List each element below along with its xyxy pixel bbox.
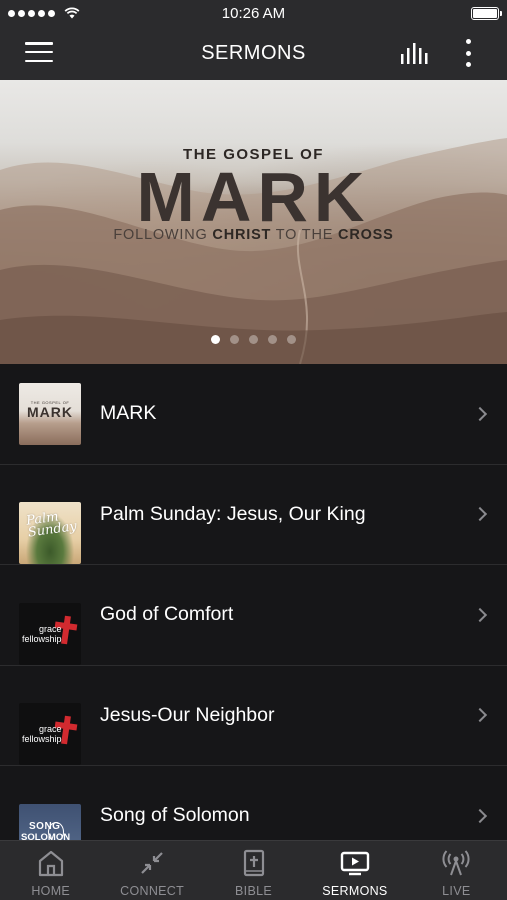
tab-label: LIVE [442,884,471,898]
tab-label: HOME [31,884,71,898]
page-title: SERMONS [201,41,306,64]
grace-fellowship-logo: grace fellowship [19,703,81,766]
palm-sunday-thumbnail: Palm Sunday [19,502,81,565]
sermon-row-palm-sunday[interactable]: Palm Sunday Palm Sunday: Jesus, Our King [0,464,507,565]
mark-series-thumbnail: THE GOSPEL OF MARK [19,383,81,445]
sermon-list: THE GOSPEL OF MARK MARK Palm Sunday Palm… [0,364,507,867]
sermon-title: God of Comfort [100,603,234,626]
hamburger-menu-icon[interactable] [25,42,53,62]
page-dot[interactable] [249,335,258,344]
play-screen-icon [340,851,370,876]
banner-title-block: THE GOSPEL OF MARK FOLLOWING CHRIST TO T… [0,146,507,243]
sermon-row-mark[interactable]: THE GOSPEL OF MARK MARK [0,364,507,465]
tab-connect[interactable]: CONNECT [101,841,202,900]
page-dot[interactable] [287,335,296,344]
chevron-right-icon [472,507,488,522]
page-dot[interactable] [268,335,277,344]
broadcast-icon [442,850,470,876]
tab-label: BIBLE [235,884,272,898]
bible-icon [243,849,264,877]
sermon-title: MARK [100,402,157,425]
navigation-bar: SERMONS [0,26,507,80]
status-bar: 10:26 AM [0,0,507,26]
chevron-right-icon [472,607,488,622]
carousel-page-indicator[interactable] [0,335,507,344]
banner-tagline: FOLLOWING CHRIST TO THE CROSS [113,227,394,243]
tab-sermons[interactable]: SERMONS [304,841,405,900]
battery-icon [471,6,502,20]
featured-series-banner[interactable]: THE GOSPEL OF MARK FOLLOWING CHRIST TO T… [0,80,507,364]
tab-home[interactable]: HOME [0,841,101,900]
tab-live[interactable]: LIVE [406,841,507,900]
status-time: 10:26 AM [221,4,286,22]
connect-icon [141,852,163,874]
page-dot[interactable] [230,335,239,344]
sermon-title: Palm Sunday: Jesus, Our King [100,502,366,525]
sermon-title: Jesus-Our Neighbor [100,703,275,726]
chevron-right-icon [472,406,488,421]
sermon-row-god-of-comfort[interactable]: grace fellowship God of Comfort [0,565,507,666]
home-icon [38,850,63,877]
chevron-right-icon [472,708,488,723]
banner-title: MARK [136,158,371,236]
grace-fellowship-logo: grace fellowship [19,602,81,665]
chevron-right-icon [472,808,488,823]
more-options-icon[interactable] [462,39,474,67]
tab-label: SERMONS [322,884,388,898]
sermon-row-jesus-our-neighbor[interactable]: grace fellowship Jesus-Our Neighbor [0,665,507,766]
tab-label: CONNECT [120,884,185,898]
audio-bars-icon[interactable] [400,42,430,64]
page-dot[interactable] [211,335,220,344]
sermon-title: Song of Solomon [100,804,250,827]
tab-bible[interactable]: BIBLE [203,841,304,900]
bottom-tab-bar: HOME CONNECT BIBLE SERMONS LIVE [0,840,507,900]
